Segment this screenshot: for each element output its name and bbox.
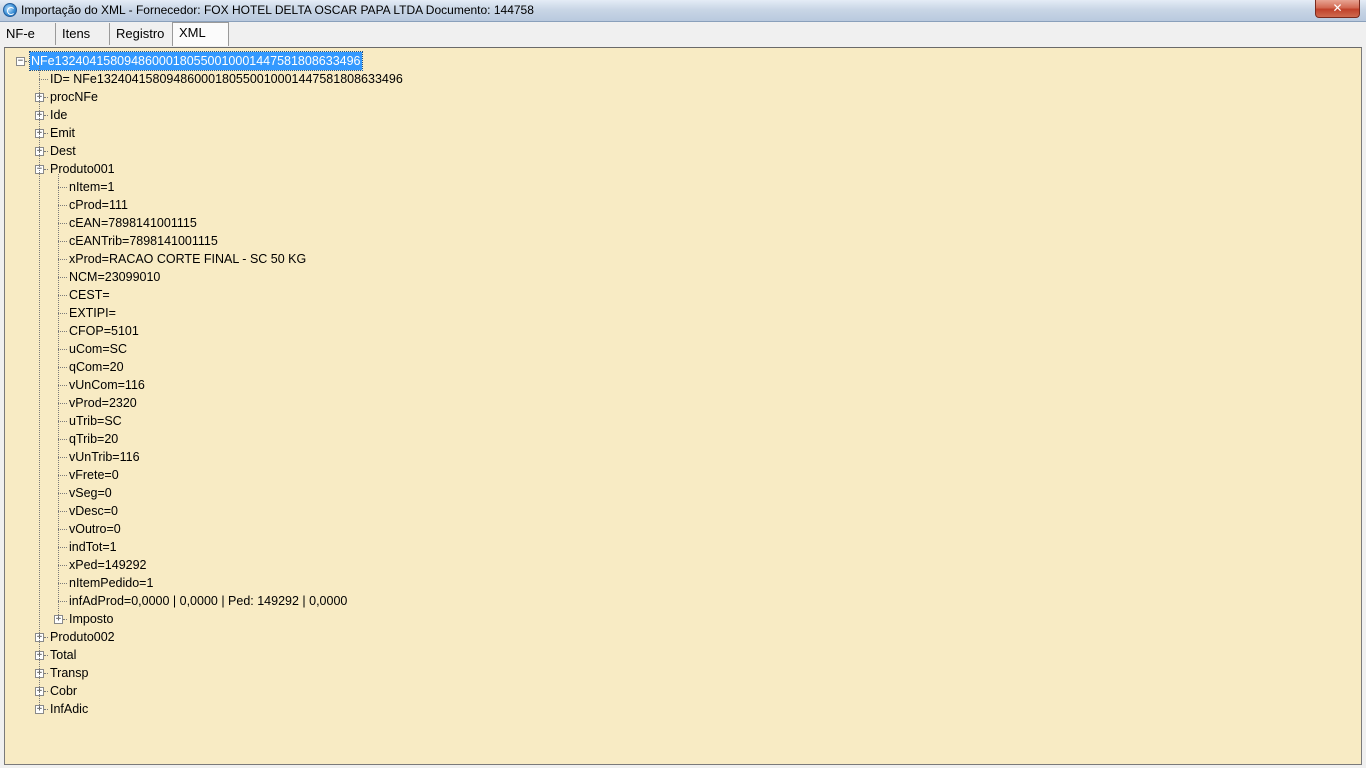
collapse-icon[interactable]: − <box>16 57 25 66</box>
tree-node-label: Dest <box>50 144 76 158</box>
tree-node-label: indTot=1 <box>69 540 117 554</box>
close-button[interactable]: ✕ <box>1315 0 1360 18</box>
tree-connector-line <box>58 277 67 278</box>
window-title: Importação do XML - Fornecedor: FOX HOTE… <box>21 3 534 17</box>
tree-connector-line <box>58 421 67 422</box>
tree-node-label: CEST= <box>69 288 110 302</box>
tree-node-label: vUnTrib=116 <box>69 450 140 464</box>
tree-node-label: cEANTrib=7898141001115 <box>69 234 218 248</box>
tree-node-label: Total <box>50 648 77 662</box>
tree-connector-line <box>58 493 67 494</box>
tree-connector-line <box>58 457 67 458</box>
tree-node-label: vFrete=0 <box>69 468 119 482</box>
tree-connector-line <box>58 529 67 530</box>
tree-connector-line <box>58 187 67 188</box>
tree-node-label: nItem=1 <box>69 180 115 194</box>
tree-connector-line <box>58 241 67 242</box>
tree-connector-line <box>39 79 48 80</box>
tree-node-label: vOutro=0 <box>69 522 121 536</box>
tree-connector-line <box>44 133 48 134</box>
tree-connector-line <box>58 349 67 350</box>
window-title-bar[interactable]: Importação do XML - Fornecedor: FOX HOTE… <box>0 0 1366 22</box>
tree-connector-line <box>44 637 48 638</box>
tree-connector-line <box>44 655 48 656</box>
tree-connector-line <box>58 205 67 206</box>
tree-node-label: NCM=23099010 <box>69 270 161 284</box>
tree-node-label: CFOP=5101 <box>69 324 139 338</box>
tree-connector-line <box>58 331 67 332</box>
tree-connector-line <box>58 385 67 386</box>
tree-node-label: xPed=149292 <box>69 558 147 572</box>
tree-node-label: NFe1324041580948600018055001000144758180… <box>29 51 363 71</box>
tree-node-label: Emit <box>50 126 75 140</box>
tree-node-label: EXTIPI= <box>69 306 116 320</box>
tree-node-label: cProd=111 <box>69 198 128 212</box>
tree-connector-line <box>44 115 48 116</box>
tree-node-label: uCom=SC <box>69 342 128 356</box>
tree-node-label: ID= NFe132404158094860001805500100014475… <box>50 72 403 86</box>
tab-strip: NF-e Itens Registro XML <box>0 22 1366 46</box>
tree-connector-line <box>58 439 67 440</box>
tree-guide-line <box>58 174 59 619</box>
tab-itens[interactable]: Itens <box>56 23 110 45</box>
tree-node-label: Cobr <box>50 684 78 698</box>
tab-registro[interactable]: Registro <box>110 23 172 45</box>
tree-node-label: qTrib=20 <box>69 432 119 446</box>
tree-node-label: cEAN=7898141001115 <box>69 216 197 230</box>
tree-node-label: qCom=20 <box>69 360 124 374</box>
tree-connector-line <box>58 583 67 584</box>
tree-node-label: vUnCom=116 <box>69 378 145 392</box>
tree-node-label: xProd=RACAO CORTE FINAL - SC 50 KG <box>69 252 307 266</box>
tree-node-label: nItemPedido=1 <box>69 576 154 590</box>
tree-node-label: vSeg=0 <box>69 486 112 500</box>
tree-node-label: Produto001 <box>50 162 115 176</box>
tree-connector-line <box>58 259 67 260</box>
tree-connector-line <box>58 295 67 296</box>
tree-node-label: InfAdic <box>50 702 89 716</box>
tree-connector-line <box>58 313 67 314</box>
tree-connector-line <box>58 601 67 602</box>
tree-connector-line <box>58 475 67 476</box>
tab-nfe[interactable]: NF-e <box>0 23 56 45</box>
tree-connector-line <box>58 403 67 404</box>
tree-connector-line <box>58 547 67 548</box>
tree-connector-line <box>44 151 48 152</box>
tree-connector-line <box>44 691 48 692</box>
app-icon <box>3 3 17 17</box>
tree-node-label: uTrib=SC <box>69 414 122 428</box>
tree-connector-line <box>25 61 29 62</box>
xml-tree-view[interactable]: − NFe132404158094860001805500100014475818… <box>4 47 1362 765</box>
tree-node-label: vDesc=0 <box>69 504 118 518</box>
tree-connector-line <box>44 97 48 98</box>
tab-xml[interactable]: XML <box>172 22 229 46</box>
tree-node-label: Transp <box>50 666 89 680</box>
tree-connector-line <box>58 511 67 512</box>
tree-node-label: Imposto <box>69 612 114 626</box>
tree-connector-line <box>63 619 67 620</box>
tree-connector-line <box>44 709 48 710</box>
tree-node-label: Produto002 <box>50 630 115 644</box>
tree-guide-line <box>39 66 40 709</box>
tree-connector-line <box>58 565 67 566</box>
tree-connector-line <box>44 169 48 170</box>
tree-connector-line <box>58 223 67 224</box>
tree-node-label: vProd=2320 <box>69 396 137 410</box>
tree-node-label: infAdProd=0,0000 | 0,0000 | Ped: 149292 … <box>69 594 348 608</box>
tree-node-label: procNFe <box>50 90 98 104</box>
tree-node-label: Ide <box>50 108 68 122</box>
tree-connector-line <box>44 673 48 674</box>
tree-connector-line <box>58 367 67 368</box>
